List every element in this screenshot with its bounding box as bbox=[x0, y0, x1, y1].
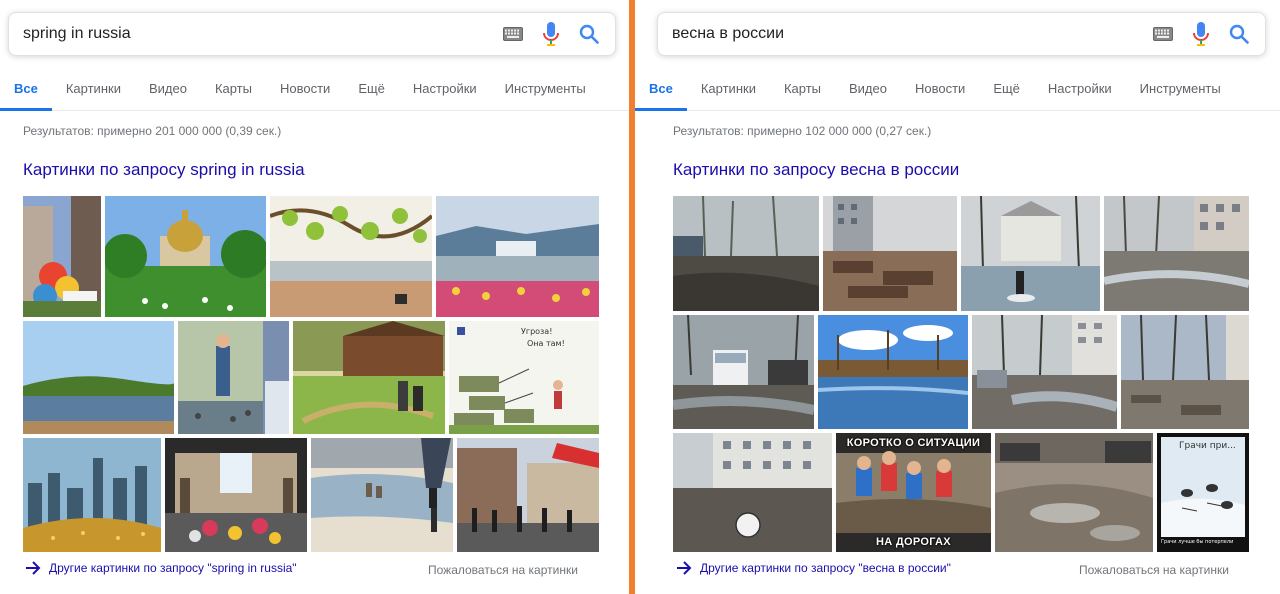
microphone-icon[interactable] bbox=[539, 22, 563, 46]
image-grid: КОРОТКО О СИТУАЦИИ НА ДОРОГАХ Грачи при.… bbox=[673, 196, 1249, 552]
search-box[interactable] bbox=[657, 12, 1266, 56]
image-thumbnail[interactable] bbox=[823, 196, 957, 311]
image-thumbnail[interactable] bbox=[818, 315, 968, 429]
tab-settings[interactable]: Настройки bbox=[399, 70, 491, 111]
image-row bbox=[23, 438, 599, 552]
image-thumbnail[interactable] bbox=[1121, 315, 1249, 429]
image-thumbnail[interactable] bbox=[995, 433, 1153, 552]
image-row: КОРОТКО О СИТУАЦИИ НА ДОРОГАХ Грачи при.… bbox=[673, 433, 1249, 552]
image-thumbnail[interactable] bbox=[673, 433, 832, 552]
tab-more[interactable]: Ещё bbox=[344, 70, 399, 111]
image-thumbnail[interactable]: Грачи при... Грачи лучше бы потерпели bbox=[1157, 433, 1249, 552]
image-row bbox=[673, 315, 1249, 429]
image-thumbnail[interactable] bbox=[23, 321, 174, 434]
image-thumbnail[interactable] bbox=[961, 196, 1100, 311]
image-thumbnail[interactable] bbox=[436, 196, 599, 317]
result-stats: Результатов: примерно 201 000 000 (0,39 … bbox=[23, 124, 282, 138]
images-heading-link[interactable]: Картинки по запросу весна в россии bbox=[673, 160, 959, 180]
left-search-panel: Все Картинки Видео Карты Новости Ещё Нас… bbox=[0, 0, 629, 594]
tab-maps[interactable]: Карты bbox=[770, 70, 835, 111]
image-thumbnail[interactable]: КОРОТКО О СИТУАЦИИ НА ДОРОГАХ bbox=[836, 433, 991, 552]
right-search-panel: Все Картинки Карты Видео Новости Ещё Нас… bbox=[635, 0, 1280, 594]
arrow-right-icon bbox=[26, 561, 41, 575]
more-images-link[interactable]: Другие картинки по запросу "spring in ru… bbox=[25, 561, 297, 575]
tab-video[interactable]: Видео bbox=[135, 70, 201, 111]
image-thumbnail[interactable] bbox=[673, 315, 814, 429]
search-tabs: Все Картинки Карты Видео Новости Ещё Нас… bbox=[635, 70, 1280, 111]
image-thumbnail[interactable]: Угроза! Она там! bbox=[449, 321, 599, 434]
search-icon[interactable] bbox=[1227, 22, 1251, 46]
tab-all[interactable]: Все bbox=[635, 70, 687, 111]
image-row bbox=[673, 196, 1249, 311]
keyboard-icon[interactable] bbox=[501, 22, 525, 46]
search-tabs: Все Картинки Видео Карты Новости Ещё Нас… bbox=[0, 70, 629, 111]
meme-bottom-caption: НА ДОРОГАХ bbox=[876, 536, 951, 548]
image-row: Угроза! Она там! bbox=[23, 321, 599, 434]
microphone-icon[interactable] bbox=[1189, 22, 1213, 46]
more-images-label: Другие картинки по запросу "spring in ru… bbox=[49, 561, 297, 575]
more-images-label: Другие картинки по запросу "весна в росс… bbox=[700, 561, 951, 575]
comic-speech-line-2: Она там! bbox=[527, 339, 565, 348]
report-images-link[interactable]: Пожаловаться на картинки bbox=[1079, 563, 1229, 577]
comic-caption: Грачи лучше бы потерпели bbox=[1161, 539, 1234, 545]
image-thumbnail[interactable] bbox=[972, 315, 1117, 429]
image-thumbnail[interactable] bbox=[178, 321, 289, 434]
search-box-icons bbox=[1151, 22, 1265, 46]
result-stats: Результатов: примерно 102 000 000 (0,27 … bbox=[673, 124, 932, 138]
tab-more[interactable]: Ещё bbox=[979, 70, 1034, 111]
tab-news[interactable]: Новости bbox=[266, 70, 344, 111]
search-input[interactable] bbox=[9, 13, 501, 55]
tab-images[interactable]: Картинки bbox=[52, 70, 135, 111]
search-icon[interactable] bbox=[577, 22, 601, 46]
image-thumbnail[interactable] bbox=[673, 196, 819, 311]
image-thumbnail[interactable] bbox=[293, 321, 445, 434]
search-box[interactable] bbox=[8, 12, 616, 56]
image-grid: Угроза! Она там! bbox=[23, 196, 599, 552]
image-thumbnail[interactable] bbox=[105, 196, 266, 317]
arrow-right-icon bbox=[677, 561, 692, 575]
tab-images[interactable]: Картинки bbox=[687, 70, 770, 111]
comic-speech-line-1: Угроза! bbox=[521, 327, 553, 336]
image-thumbnail[interactable] bbox=[270, 196, 432, 317]
meme-top-caption: КОРОТКО О СИТУАЦИИ bbox=[846, 437, 981, 449]
report-images-link[interactable]: Пожаловаться на картинки bbox=[428, 563, 578, 577]
tab-maps[interactable]: Карты bbox=[201, 70, 266, 111]
image-row bbox=[23, 196, 599, 317]
image-thumbnail[interactable] bbox=[457, 438, 599, 552]
image-thumbnail[interactable] bbox=[311, 438, 453, 552]
comic-title: Грачи при... bbox=[1179, 441, 1236, 451]
tab-settings[interactable]: Настройки bbox=[1034, 70, 1126, 111]
tab-news[interactable]: Новости bbox=[901, 70, 979, 111]
keyboard-icon[interactable] bbox=[1151, 22, 1175, 46]
tab-tools[interactable]: Инструменты bbox=[491, 70, 600, 111]
image-thumbnail[interactable] bbox=[1104, 196, 1249, 311]
tab-video[interactable]: Видео bbox=[835, 70, 901, 111]
image-thumbnail[interactable] bbox=[165, 438, 307, 552]
image-thumbnail[interactable] bbox=[23, 438, 161, 552]
tab-tools[interactable]: Инструменты bbox=[1126, 70, 1235, 111]
search-box-icons bbox=[501, 22, 615, 46]
image-thumbnail[interactable] bbox=[23, 196, 101, 317]
tab-all[interactable]: Все bbox=[0, 70, 52, 111]
search-input[interactable] bbox=[658, 13, 1151, 55]
images-heading-link[interactable]: Картинки по запросу spring in russia bbox=[23, 160, 305, 180]
more-images-link[interactable]: Другие картинки по запросу "весна в росс… bbox=[676, 561, 951, 575]
